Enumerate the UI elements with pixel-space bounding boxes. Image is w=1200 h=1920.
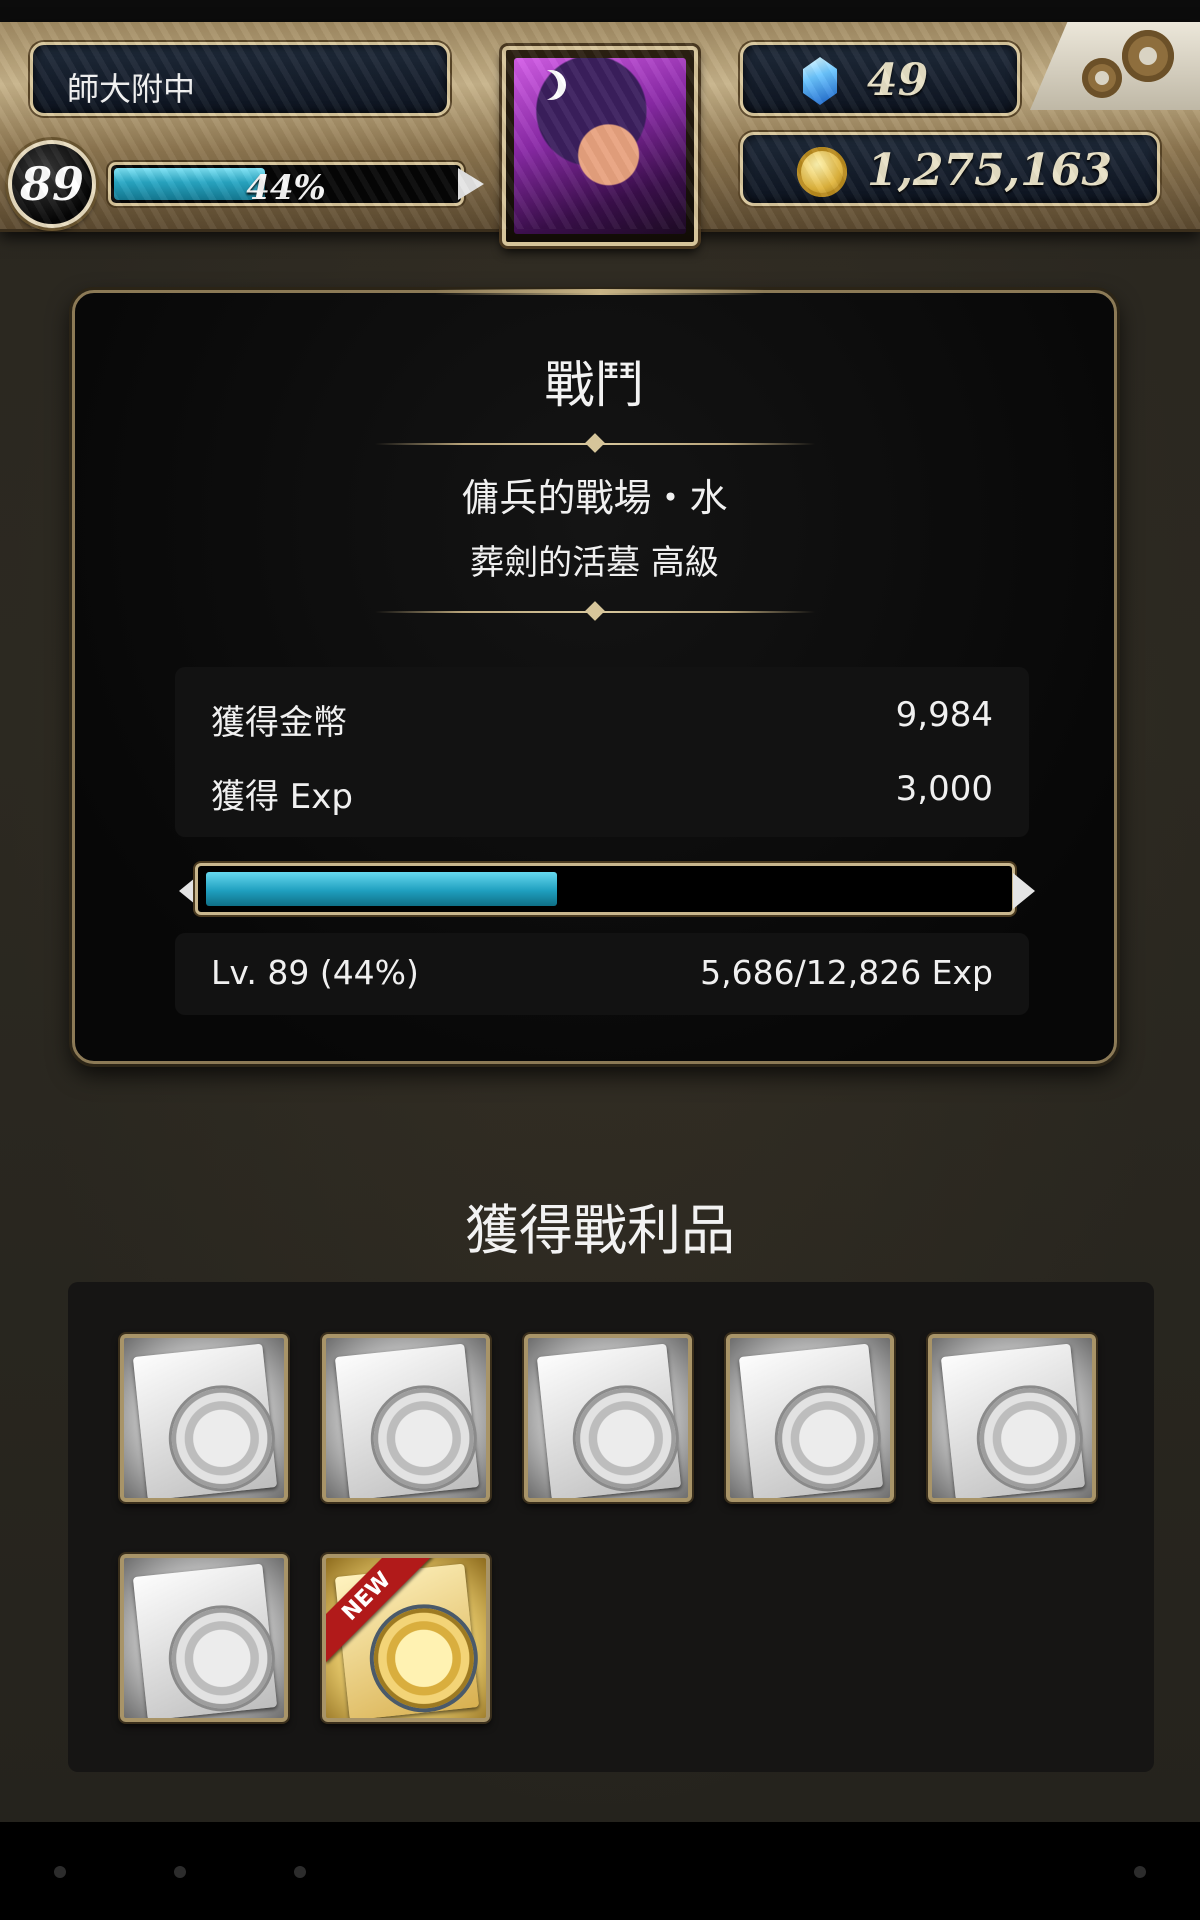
player-exp-percent: 44% xyxy=(246,168,326,208)
seal-emblem-icon xyxy=(772,1383,883,1494)
reward-row-coins: 獲得金幣 9,984 xyxy=(211,687,993,747)
seal-emblem-icon xyxy=(974,1383,1085,1494)
reward-exp-value: 3,000 xyxy=(895,769,993,809)
seal-emblem-icon xyxy=(166,1383,277,1494)
loot-item[interactable] xyxy=(726,1334,894,1502)
player-name-plate[interactable]: 師大附中 xyxy=(30,42,450,116)
battle-title: 戰鬥 xyxy=(544,356,645,414)
level-exp-fill xyxy=(206,872,557,906)
level-progress-label: Lv. 89 (44%) xyxy=(211,953,419,992)
reward-row-exp: 獲得 Exp 3,000 xyxy=(211,761,993,821)
loot-item[interactable] xyxy=(322,1334,490,1502)
gold-coin-icon xyxy=(797,147,847,197)
item-card-icon xyxy=(940,1343,1086,1498)
coin-counter[interactable]: 1,275,163 xyxy=(740,132,1160,206)
nav-dot[interactable] xyxy=(174,1866,186,1878)
coin-count: 1,275,163 xyxy=(867,145,1112,196)
gear-icon xyxy=(1122,30,1174,82)
player-header: 師大附中 89 44% 49 1,275,163 xyxy=(0,22,1200,246)
gear-icon xyxy=(1082,58,1122,98)
blue-crystal-icon xyxy=(803,57,837,105)
game-screen: 師大附中 89 44% 49 1,275,163 戰鬥 傭兵的戰場・水 葬劍的活… xyxy=(0,0,1200,1822)
seal-emblem-icon xyxy=(166,1603,277,1714)
level-progress-value: 5,686/12,826 Exp xyxy=(700,953,993,992)
loot-grid: NEW xyxy=(68,1282,1154,1772)
loot-title: 獲得戰利品 xyxy=(465,1199,735,1262)
loot-item[interactable] xyxy=(120,1554,288,1722)
loot-item[interactable] xyxy=(928,1334,1096,1502)
seal-emblem-icon xyxy=(570,1383,681,1494)
item-card-icon xyxy=(132,1563,278,1718)
seal-emblem-icon xyxy=(368,1383,479,1494)
stage-name: 傭兵的戰場・水 xyxy=(461,476,728,520)
player-exp-bar: 44% xyxy=(108,162,464,208)
panel-ornament xyxy=(435,289,765,295)
item-card-icon xyxy=(132,1343,278,1498)
seal-emblem-icon xyxy=(368,1603,479,1714)
loot-item[interactable] xyxy=(120,1334,288,1502)
gem-count: 49 xyxy=(867,55,929,106)
battle-rewards: 獲得金幣 9,984 獲得 Exp 3,000 xyxy=(175,667,1029,837)
loot-item[interactable] xyxy=(524,1334,692,1502)
nav-dot[interactable] xyxy=(294,1866,306,1878)
avatar xyxy=(514,58,686,234)
item-card-icon xyxy=(334,1343,480,1498)
item-card-icon xyxy=(536,1343,682,1498)
exp-arrow-icon xyxy=(458,168,484,200)
reward-exp-label: 獲得 Exp xyxy=(211,777,353,817)
divider-top xyxy=(375,443,815,445)
item-card-icon xyxy=(738,1343,884,1498)
stage-difficulty: 葬劍的活墓 高級 xyxy=(470,543,719,583)
reward-coins-value: 9,984 xyxy=(895,695,993,735)
player-level-badge: 89 xyxy=(8,140,96,228)
exp-bar-right-cap-icon xyxy=(1013,873,1035,909)
level-progress: Lv. 89 (44%) 5,686/12,826 Exp xyxy=(175,933,1029,1015)
player-avatar-frame[interactable] xyxy=(502,46,698,246)
player-name: 師大附中 xyxy=(67,70,196,108)
system-nav-bar xyxy=(0,1822,1200,1920)
nav-dot[interactable] xyxy=(1134,1866,1146,1878)
gem-counter[interactable]: 49 xyxy=(740,42,1020,116)
loot-item-new[interactable]: NEW xyxy=(322,1554,490,1722)
battle-result-panel: 戰鬥 傭兵的戰場・水 葬劍的活墓 高級 獲得金幣 9,984 獲得 Exp 3,… xyxy=(72,289,1117,1064)
divider-bottom xyxy=(375,611,815,613)
reward-coins-label: 獲得金幣 xyxy=(211,703,347,743)
nav-dot[interactable] xyxy=(54,1866,66,1878)
level-exp-bar xyxy=(195,863,1015,915)
